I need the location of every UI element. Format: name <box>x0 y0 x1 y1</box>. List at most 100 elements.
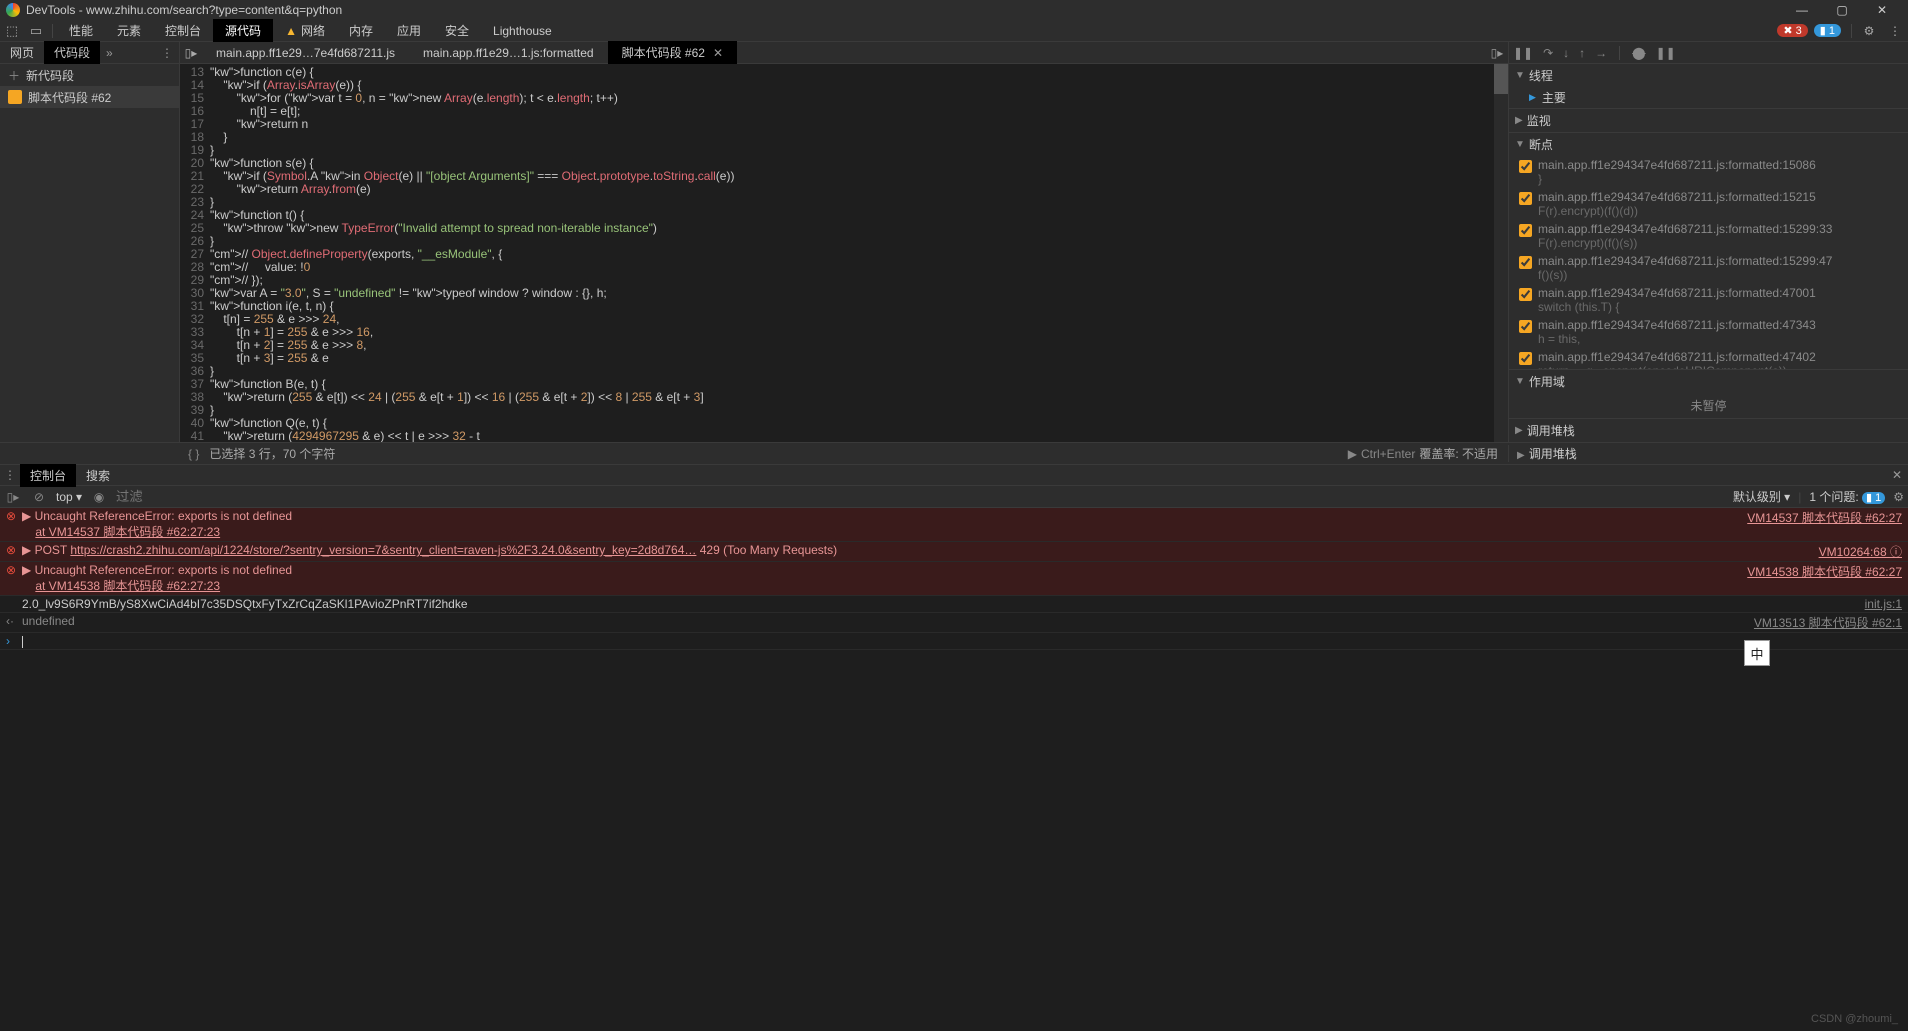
new-snippet-button[interactable]: ＋ 新代码段 <box>0 64 179 86</box>
tab-lighthouse[interactable]: Lighthouse <box>481 21 564 41</box>
snippet-file-icon <box>8 90 22 104</box>
navigator-tab-snippets[interactable]: 代码段 <box>44 41 100 64</box>
breakpoint-item[interactable]: main.app.ff1e294347e4fd687211.js:formatt… <box>1509 348 1908 370</box>
source-link[interactable]: VM14537 脚本代码段 #62:27 <box>1747 509 1902 540</box>
issues-badge: ▮ 1 <box>1862 492 1885 504</box>
chrome-icon <box>6 3 20 17</box>
breakpoint-checkbox[interactable] <box>1519 192 1532 205</box>
breakpoints-header[interactable]: ▼断点 <box>1509 133 1908 156</box>
watch-header[interactable]: ▶监视 <box>1509 109 1908 132</box>
step-into-icon[interactable]: ↓ <box>1563 46 1569 60</box>
tab-security[interactable]: 安全 <box>433 19 481 42</box>
message-badge[interactable]: ▮ 1 <box>1814 24 1841 37</box>
tab-console[interactable]: 控制台 <box>153 19 213 42</box>
console-body[interactable]: ⊗▶ Uncaught ReferenceError: exports is n… <box>0 508 1908 1028</box>
breakpoint-item[interactable]: main.app.ff1e294347e4fd687211.js:formatt… <box>1509 252 1908 284</box>
debugger-panel: ▼线程 ▶主要 ▶监视 ▼断点 main.app.ff1e294347e4fd6… <box>1508 64 1908 442</box>
minimize-button[interactable]: — <box>1782 3 1822 17</box>
issues-label[interactable]: 1 个问题: ▮ 1 <box>1809 488 1885 505</box>
inspect-icon[interactable]: ⬚ <box>0 23 24 39</box>
console-sidebar-icon[interactable]: ▯▸ <box>4 490 22 504</box>
tab-network[interactable]: ▲网络 <box>273 19 337 42</box>
code-content[interactable]: "kw">function c(e) { "kw">if (Array.isAr… <box>210 64 1508 442</box>
console-prompt[interactable]: › <box>0 633 1908 650</box>
snippet-item[interactable]: 脚本代码段 #62 <box>0 86 179 108</box>
tab-elements[interactable]: 元素 <box>105 19 153 42</box>
file-tab-1[interactable]: main.app.ff1e29…1.js:formatted <box>409 43 608 63</box>
threads-header[interactable]: ▼线程 <box>1509 64 1908 87</box>
close-button[interactable]: ✕ <box>1862 3 1902 17</box>
secondary-bar: 网页 代码段 » ⋮ ▯▸ main.app.ff1e29…7e4fd68721… <box>0 42 1908 64</box>
pause-icon[interactable]: ❚❚ <box>1513 46 1533 60</box>
breakpoint-checkbox[interactable] <box>1519 352 1532 365</box>
tab-application[interactable]: 应用 <box>385 19 433 42</box>
show-navigator-icon[interactable]: ▯▸ <box>1486 46 1508 60</box>
breakpoint-item[interactable]: main.app.ff1e294347e4fd687211.js:formatt… <box>1509 156 1908 188</box>
step-icon[interactable]: → <box>1595 46 1607 60</box>
source-link[interactable]: VM13513 脚本代码段 #62:1 <box>1754 614 1902 631</box>
drawer-tab-console[interactable]: 控制台 <box>20 464 76 487</box>
console-toolbar: ▯▸ ⊘ top ▾ ◉ 默认级别 ▾ | 1 个问题: ▮ 1 ⚙ <box>0 486 1908 508</box>
drawer-kebab-icon[interactable]: ⋮ <box>0 468 20 482</box>
deactivate-breakpoints-icon[interactable]: ⬤ <box>1632 46 1645 60</box>
main-thread-item[interactable]: ▶主要 <box>1509 87 1908 108</box>
console-error-row[interactable]: ⊗▶ Uncaught ReferenceError: exports is n… <box>0 508 1908 542</box>
settings-icon[interactable]: ⚙ <box>1856 24 1882 38</box>
pause-exceptions-icon[interactable]: ❚❚ <box>1656 46 1676 60</box>
console-network-error-row[interactable]: ⊗▶ POST https://crash2.zhihu.com/api/122… <box>0 542 1908 562</box>
breakpoint-item[interactable]: main.app.ff1e294347e4fd687211.js:formatt… <box>1509 284 1908 316</box>
pretty-print-icon[interactable]: { } <box>188 447 199 461</box>
breakpoint-checkbox[interactable] <box>1519 256 1532 269</box>
navigator-kebab-icon[interactable]: ⋮ <box>155 46 179 60</box>
breakpoint-checkbox[interactable] <box>1519 224 1532 237</box>
navigator-tab-page[interactable]: 网页 <box>0 41 44 64</box>
context-selector[interactable]: top ▾ <box>56 490 82 504</box>
file-tab-0[interactable]: main.app.ff1e29…7e4fd687211.js <box>202 43 409 63</box>
tab-memory[interactable]: 内存 <box>337 19 385 42</box>
breakpoint-checkbox[interactable] <box>1519 160 1532 173</box>
console-log-row[interactable]: 2.0_lv9S6R9YmB/yS8XwCiAd4bI7c35DSQtxFyTx… <box>0 596 1908 613</box>
console-settings-icon[interactable]: ⚙ <box>1893 490 1904 504</box>
close-tab-icon[interactable]: ✕ <box>713 46 723 60</box>
console-error-row[interactable]: ⊗▶ Uncaught ReferenceError: exports is n… <box>0 562 1908 596</box>
log-level-selector[interactable]: 默认级别 ▾ <box>1733 488 1790 505</box>
maximize-button[interactable]: ▢ <box>1822 3 1862 17</box>
tab-performance[interactable]: 性能 <box>57 19 105 42</box>
breakpoint-item[interactable]: main.app.ff1e294347e4fd687211.js:formatt… <box>1509 188 1908 220</box>
breakpoint-checkbox[interactable] <box>1519 320 1532 333</box>
divider <box>1851 24 1852 38</box>
code-editor[interactable]: 1314151617181920212223242526272829303132… <box>180 64 1508 442</box>
more-icon[interactable]: ⋮ <box>1882 24 1908 38</box>
ime-indicator[interactable]: 中 <box>1744 640 1770 666</box>
editor-scrollbar[interactable] <box>1494 64 1508 442</box>
clear-console-icon[interactable]: ⊘ <box>30 490 48 504</box>
collapse-icon: ▼ <box>1515 70 1525 81</box>
breakpoint-item[interactable]: main.app.ff1e294347e4fd687211.js:formatt… <box>1509 316 1908 348</box>
source-link[interactable]: VM14538 脚本代码段 #62:27 <box>1747 563 1902 594</box>
collapse-icon: ▶ <box>1515 115 1523 126</box>
device-icon[interactable]: ▭ <box>24 23 48 39</box>
error-badge[interactable]: ✖ 3 <box>1777 24 1807 37</box>
callstack-label[interactable]: 调用堆栈 <box>1529 447 1577 461</box>
drawer-tab-search[interactable]: 搜索 <box>76 464 120 487</box>
filter-input[interactable] <box>116 489 316 504</box>
file-list-icon[interactable]: ▯▸ <box>180 46 202 60</box>
run-snippet-button[interactable]: ▶Ctrl+Enter <box>1348 447 1416 461</box>
callstack-header[interactable]: ▶调用堆栈 <box>1509 419 1908 442</box>
file-tab-2[interactable]: 脚本代码段 #62✕ <box>608 41 737 64</box>
drawer-close-icon[interactable]: ✕ <box>1886 468 1908 482</box>
step-over-icon[interactable]: ↷ <box>1543 46 1553 60</box>
live-expression-icon[interactable]: ◉ <box>90 490 108 504</box>
step-out-icon[interactable]: ↑ <box>1579 46 1585 60</box>
source-link[interactable]: VM10264:68 ⓘ <box>1819 543 1902 560</box>
breakpoint-checkbox[interactable] <box>1519 288 1532 301</box>
line-gutter: 1314151617181920212223242526272829303132… <box>180 64 210 442</box>
breakpoint-item[interactable]: main.app.ff1e294347e4fd687211.js:formatt… <box>1509 220 1908 252</box>
tab-sources[interactable]: 源代码 <box>213 19 273 42</box>
navigator-more[interactable]: » <box>100 43 119 63</box>
source-link[interactable]: init.js:1 <box>1865 597 1902 611</box>
info-icon[interactable]: ⓘ <box>1890 545 1902 559</box>
scrollbar-thumb[interactable] <box>1494 64 1508 94</box>
devtools-toolbar: ⬚ ▭ 性能 元素 控制台 源代码 ▲网络 内存 应用 安全 Lighthous… <box>0 20 1908 42</box>
scope-header[interactable]: ▼作用域 <box>1509 370 1908 393</box>
